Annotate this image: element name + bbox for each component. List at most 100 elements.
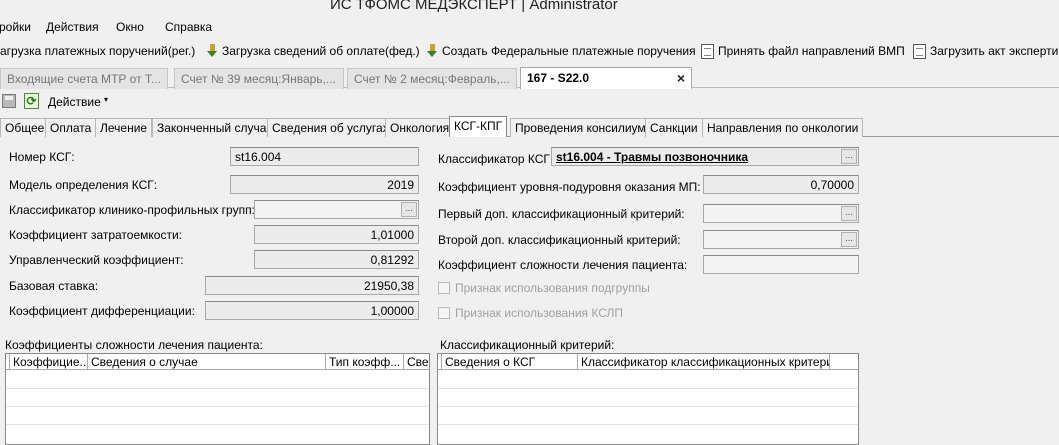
toolbar-label: агрузка платежных поручений(рег.) — [0, 44, 196, 58]
action-dropdown[interactable]: Действие — [48, 95, 101, 109]
toolbar-label: Загрузка сведений об оплате(фед.) — [222, 44, 420, 58]
complexity-grid[interactable]: Коэффицие... Сведения о случае Тип коэфф… — [5, 353, 430, 445]
load-payment-orders-reg-button[interactable]: агрузка платежных поручений(рег.) — [0, 43, 195, 59]
toolbar-label: Принять файл направлений ВМП — [718, 44, 905, 58]
ksg-number-field[interactable]: st16.004 — [230, 147, 419, 166]
table-row — [6, 389, 429, 407]
kslp-checkbox-label: Признак использования КСЛП — [455, 306, 623, 320]
grid-column-header[interactable]: Сведения о случае — [88, 354, 326, 370]
action-bar: ⟳ Действие ▾ — [0, 90, 1059, 114]
tab-completed-case[interactable]: Законченный случай — [152, 118, 279, 137]
menu-help[interactable]: Справка — [165, 20, 212, 34]
ksg-classifier-value: st16.004 - Травмы позвоночника — [556, 150, 749, 164]
level-coefficient-label: Коэффициент уровня-подуровня оказания МП… — [438, 180, 701, 194]
cost-coefficient-field[interactable]: 1,01000 — [254, 225, 419, 244]
table-row — [6, 371, 429, 389]
ksg-model-field[interactable]: 2019 — [230, 175, 419, 194]
chevron-down-icon[interactable]: ▾ — [104, 95, 108, 104]
doc-tab-invoice-2[interactable]: Счет № 2 месяц:Февраль,... — [347, 68, 517, 89]
doc-tab-incoming-invoices[interactable]: Входящие счета МТР от Т... — [0, 68, 168, 89]
tab-payment[interactable]: Оплата — [45, 118, 97, 137]
browse-button[interactable]: ... — [841, 206, 857, 221]
first-criterion-label: Первый доп. классификационный критерий: — [438, 207, 685, 221]
table-row — [438, 371, 858, 389]
grid-column-header[interactable]: Тип коэфф... — [326, 354, 404, 370]
complexity-grid-title: Коэффициенты сложности лечения пациента: — [5, 338, 263, 352]
title-bar: ИС ТФОМС МЕДЭКСПЕРТ | Administrator — [0, 0, 1059, 16]
ksg-model-label: Модель определения КСГ: — [9, 178, 158, 192]
document-icon — [701, 43, 714, 59]
save-icon[interactable] — [2, 94, 16, 108]
tab-sanctions[interactable]: Санкции — [645, 118, 703, 137]
tab-treatment[interactable]: Лечение — [95, 118, 153, 137]
table-row — [438, 389, 858, 407]
table-row — [438, 407, 858, 425]
refresh-icon[interactable]: ⟳ — [24, 93, 39, 109]
tab-general[interactable]: Общее — [0, 118, 50, 137]
management-coefficient-field[interactable]: 0,81292 — [254, 250, 419, 269]
subgroup-checkbox-label: Признак использования подгруппы — [455, 281, 650, 295]
second-criterion-label: Второй доп. классификационный критерий: — [438, 233, 681, 247]
differentiation-coefficient-label: Коэффициент дифференциации: — [9, 304, 195, 318]
tab-oncology-referrals[interactable]: Направления по онкологии — [702, 118, 864, 137]
tab-oncology[interactable]: Онкология — [385, 118, 455, 137]
document-tabs: Входящие счета МТР от Т... Счет № 39 мес… — [0, 66, 1059, 89]
doc-tab-label: Счет № 39 месяц:Январь,... — [181, 72, 336, 86]
doc-tab-label: Входящие счета МТР от Т... — [7, 72, 161, 86]
grid-header: Сведения о КСГ Классификатор классификац… — [438, 354, 858, 370]
tab-consilium[interactable]: Проведения консилиума — [510, 118, 658, 137]
browse-button[interactable]: ... — [401, 202, 417, 217]
browse-button[interactable]: ... — [841, 149, 857, 164]
differentiation-coefficient-field[interactable]: 1,00000 — [205, 301, 419, 320]
document-icon — [913, 43, 926, 59]
management-coefficient-label: Управленческий коэффициент: — [9, 253, 184, 267]
criterion-grid-title: Классификационный критерий: — [440, 338, 615, 352]
download-icon — [207, 43, 218, 59]
base-rate-field[interactable]: 21950,38 — [205, 276, 419, 295]
window-title: ИС ТФОМС МЕДЭКСПЕРТ | Administrator — [330, 0, 618, 13]
grid-column-header[interactable]: Све — [404, 354, 431, 370]
toolbar-label: Загрузить акт эксперти — [930, 44, 1059, 58]
ksg-kpg-panel: Номер КСГ: st16.004 Модель определения К… — [0, 138, 1059, 445]
doc-tab-label: Счет № 2 месяц:Февраль,... — [354, 72, 510, 86]
menu-window[interactable]: Окно — [116, 20, 144, 34]
menu-settings[interactable]: ройки — [0, 20, 31, 34]
base-rate-label: Базовая ставка: — [9, 279, 99, 293]
kpg-classifier-field[interactable]: ... — [254, 200, 419, 219]
second-criterion-field[interactable]: ... — [703, 230, 859, 249]
menu-bar: ройки Действия Окно Справка — [0, 18, 1059, 38]
browse-button[interactable]: ... — [841, 232, 857, 247]
tab-ksg-kpg[interactable]: КСГ-КПГ — [449, 116, 508, 137]
complexity-coefficient-field[interactable] — [703, 255, 859, 274]
complexity-coefficient-label: Коэффициент сложности лечения пациента: — [438, 258, 688, 272]
grid-column-header[interactable]: Коэффицие... — [10, 354, 88, 370]
first-criterion-field[interactable]: ... — [703, 204, 859, 223]
criterion-grid[interactable]: Сведения о КСГ Классификатор классификац… — [437, 353, 859, 445]
create-fed-payment-orders-button[interactable]: Создать Федеральные платежные поручения — [427, 43, 696, 59]
accept-vmp-referrals-file-button[interactable]: Принять файл направлений ВМП — [701, 43, 905, 59]
tab-services[interactable]: Сведения об услугах — [267, 118, 394, 137]
toolbar: агрузка платежных поручений(рег.) Загруз… — [0, 39, 1059, 63]
subgroup-checkbox[interactable] — [438, 282, 450, 294]
kpg-classifier-label: Классификатор клинико-профильных групп: — [9, 203, 255, 217]
download-icon — [427, 43, 438, 59]
doc-tab-invoice-39[interactable]: Счет № 39 месяц:Январь,... — [174, 68, 344, 89]
cost-coefficient-label: Коэффициент затратоемкости: — [9, 228, 182, 242]
toolbar-label: Создать Федеральные платежные поручения — [442, 44, 696, 58]
menu-actions[interactable]: Действия — [46, 20, 99, 34]
load-expertise-act-button[interactable]: Загрузить акт эксперти — [913, 43, 1058, 59]
grid-header: Коэффицие... Сведения о случае Тип коэфф… — [6, 354, 429, 370]
level-coefficient-field[interactable]: 0,70000 — [703, 175, 859, 194]
kslp-checkbox[interactable] — [438, 307, 450, 319]
close-icon[interactable]: × — [677, 70, 685, 86]
doc-tab-current-case[interactable]: 167 - S22.0 × — [520, 67, 692, 89]
ksg-classifier-label: Классификатор КСГ: — [438, 152, 554, 166]
table-row — [6, 407, 429, 425]
section-tabs: Общее Оплата Лечение Законченный случай … — [0, 116, 1059, 137]
grid-column-header[interactable]: Классификатор классификационных критерие… — [578, 354, 830, 370]
doc-tab-label: 167 - S22.0 — [527, 71, 590, 85]
grid-column-header[interactable]: Сведения о КСГ — [442, 354, 578, 370]
load-payment-info-fed-button[interactable]: Загрузка сведений об оплате(фед.) — [207, 43, 420, 59]
ksg-number-label: Номер КСГ: — [9, 150, 75, 164]
ksg-classifier-field[interactable]: st16.004 - Травмы позвоночника ... — [551, 147, 859, 166]
